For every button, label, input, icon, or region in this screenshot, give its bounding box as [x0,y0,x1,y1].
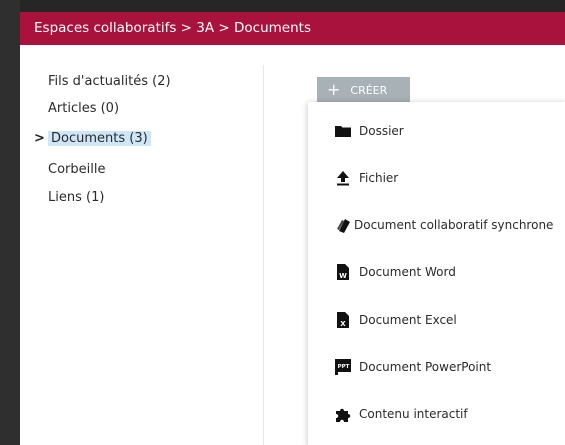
menu-item-label: Dossier [359,124,404,138]
menu-item-label: Document Excel [359,313,457,327]
menu-item-interactive-content[interactable]: Contenu interactif [308,399,565,429]
plus-icon: + [327,80,341,99]
sidebar-item-news-feed[interactable]: Fils d'actualités (2) [48,71,171,93]
window-frame-top [0,0,565,12]
menu-item-word[interactable]: W Document Word [308,257,565,287]
menu-item-label: Fichier [359,171,399,185]
sidebar-item-label: Corbeille [48,162,106,177]
sidebar-divider [263,65,264,445]
collaborative-doc-icon [337,219,350,233]
sidebar-item-label: Liens (1) [48,190,105,205]
create-button[interactable]: + CRÉER [317,77,410,102]
chevron-right-icon: > [34,131,45,146]
folder-icon [335,126,351,137]
sidebar-item-label: Documents (3) [48,131,151,146]
menu-item-label: Document Word [359,265,456,279]
svg-text:W: W [339,272,347,280]
upload-icon [337,171,349,186]
menu-item-powerpoint[interactable]: PPT Document PowerPoint [308,352,565,382]
menu-item-collaborative-doc[interactable]: Document collaboratif synchrone [308,210,565,240]
svg-text:X: X [340,320,346,328]
menu-item-label: Document collaboratif synchrone [354,218,554,232]
svg-text:PPT: PPT [338,364,350,370]
excel-icon: X [337,312,349,328]
sidebar: Fils d'actualités (2) Articles (0) > Doc… [20,45,263,445]
sidebar-item-label: Articles (0) [48,101,120,116]
puzzle-icon [336,408,351,422]
menu-item-label: Document PowerPoint [359,360,492,374]
menu-item-excel[interactable]: X Document Excel [308,305,565,335]
sidebar-item-label: Fils d'actualités (2) [48,74,171,89]
create-menu: Dossier Fichier Document collaboratif sy… [308,102,565,445]
create-button-label: CRÉER [350,84,388,97]
powerpoint-icon: PPT [335,359,351,375]
word-icon: W [337,264,349,280]
sidebar-item-articles[interactable]: Articles (0) [48,98,119,120]
main-content: Fils d'actualités (2) Articles (0) > Doc… [20,45,565,445]
menu-item-folder[interactable]: Dossier [308,116,565,146]
menu-item-label: Contenu interactif [359,407,468,421]
menu-item-file[interactable]: Fichier [308,163,565,193]
breadcrumb: Espaces collaboratifs > 3A > Documents [20,12,565,45]
sidebar-item-links[interactable]: Liens (1) [48,187,104,209]
window-frame-left [0,0,20,445]
sidebar-item-documents[interactable]: > Documents (3) [34,128,151,150]
sidebar-item-trash[interactable]: Corbeille [48,159,105,181]
